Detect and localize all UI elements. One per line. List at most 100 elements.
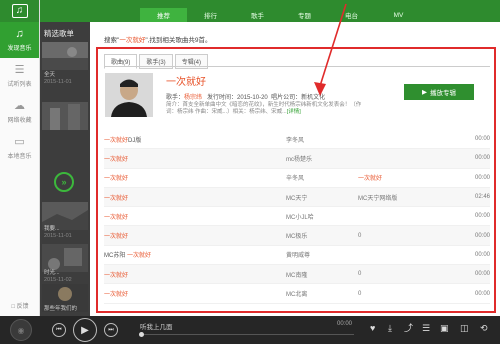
playlist-strip: 精选歌单 全天 2015-11-01 » 我要... 2015-11-01 时光… [40,22,90,316]
playlist-cover[interactable] [42,244,88,272]
play-icon: ▶ [81,324,89,336]
play-album-button[interactable]: ▶ 播放专辑 [404,84,474,100]
artist-cell[interactable]: mc杨楚乐 [286,154,358,163]
table-row[interactable]: 一次就好DJ版 李冬风 00:00 [104,130,490,150]
table-row[interactable]: 一次就好 mc杨楚乐 00:00 [104,149,490,169]
song-title-cell[interactable]: 一次就好 [104,173,286,182]
artist-cell[interactable]: 辛冬风 [286,173,358,182]
now-playing-title: 听我上几面 [140,324,173,331]
artist-cell[interactable]: 李冬风 [286,135,358,144]
sidebar: ♫ ♫ 发现音乐 ☰ 试听列表 ☁ 网络收藏 ▭ 本地音乐 □ 反馈 [0,0,40,316]
artist-cell[interactable]: MC南隆 [286,270,358,279]
table-row[interactable]: 一次就好 MC小JL哈 00:00 [104,207,490,227]
play-button[interactable]: ▶ [73,318,97,342]
time-readout: 00:00 [337,321,353,327]
player-bar: ◉ ⏮ ▶ ⏭ 听我上几面 00:00 ♥ ⤓ ⤴ ☰ ▣ ◫ ⟲ [0,316,500,344]
duration-cell: 00:00 [474,251,490,258]
song-title-cell[interactable]: 一次就好DJ版 [104,135,286,144]
playlist-cover[interactable] [42,102,88,130]
disc-icon[interactable]: ◉ [10,319,32,341]
song-title-cell[interactable]: 一次就好 [104,212,286,221]
duration-cell: 00:00 [474,290,490,297]
album-cell[interactable]: MC天宁网络版 [358,193,444,202]
next-button[interactable]: ⏭ [104,323,118,337]
album-title: 一次就好 [166,77,206,88]
download-icon[interactable]: ⤓ [388,324,392,333]
tab-mv[interactable]: MV [375,8,422,22]
search-results-panel: 搜索"一次就好",找到相关歌曲共9首。 歌曲(9) 歌手(3) 专辑(4) 一次… [90,3,500,316]
song-title-cell[interactable]: MC苏阳 一次就好 [104,250,286,259]
playlist-cover[interactable] [42,42,88,70]
music-logo-icon: ♫ [11,4,28,18]
result-box: 歌曲(9) 歌手(3) 专辑(4) 一次就好 歌手：杨宗纬 发行时间：2015-… [96,47,496,313]
album-cell[interactable]: 0 [358,291,444,297]
album-cell[interactable]: 0 [358,233,444,239]
details-link[interactable]: [详情] [287,109,301,115]
duration-cell: 02:46 [474,194,490,201]
progress-handle[interactable] [139,332,144,337]
next-icon: ⏭ [108,326,114,333]
duration-cell: 00:00 [474,271,490,278]
search-keyword: 一次就好 [119,37,146,44]
table-row[interactable]: 一次就好 MC南隆 0 00:00 [104,265,490,285]
sidebar-item-local[interactable]: ▭ 本地音乐 [0,130,39,166]
table-row[interactable]: 一次就好 辛冬风 一次就好 00:00 [104,169,490,188]
album-cover[interactable] [105,73,153,117]
artist-cell[interactable]: MC天宁 [286,193,358,202]
song-title-cell[interactable]: 一次就好 [104,270,286,279]
playlist-icon[interactable]: ☰ [422,324,430,333]
tab-singers[interactable]: 歌手 [234,8,281,22]
duration-cell: 00:00 [474,174,490,181]
song-list: 一次就好DJ版 李冬风 00:00 一次就好 mc杨楚乐 00:00 一次就好 … [104,130,490,304]
music-note-icon: ♫ [15,27,24,40]
song-title-cell[interactable]: 一次就好 [104,154,286,163]
title-bar-left [40,8,90,22]
cloud-icon: ☁ [14,99,25,112]
sidebar-item-trial-list[interactable]: ☰ 试听列表 [0,58,39,94]
heart-icon[interactable]: ♥ [370,324,375,333]
song-title-cell[interactable]: 一次就好 [104,231,286,240]
artist-cell[interactable]: MC小JL哈 [286,212,358,221]
album-cell[interactable]: 一次就好 [358,173,444,182]
tab-recommend[interactable]: 推荐 [140,8,187,22]
sidebar-item-label: 本地音乐 [7,153,32,160]
playlist-caption: 时光... 2015-11-02 [44,270,72,283]
sidebar-item-cloud[interactable]: ☁ 网络收藏 [0,94,39,130]
artist-cell[interactable]: 黄明威尊 [286,250,358,259]
playlist-caption: 全天 2015-11-01 [44,72,72,85]
previous-icon: ⏮ [56,326,62,333]
lyrics-icon[interactable]: ▣ [440,324,449,333]
loop-icon[interactable]: ⟲ [480,324,488,333]
divider [104,66,490,67]
playlist-caption: 那些年我们的 [44,306,78,312]
duration-cell: 00:00 [474,155,490,162]
sidebar-item-label: 试听列表 [7,81,32,88]
prev-button[interactable]: ⏮ [52,323,66,337]
table-row[interactable]: 一次就好 MC天宁 MC天宁网络版 02:46 [104,187,490,208]
title-bar [40,0,500,8]
album-description: 简介：首支全新单曲中文《暗恋的花纹》，新生时代杨宗纬新机文化发表会！（作词：杨宗… [166,102,362,115]
search-summary: 搜索"一次就好",找到相关歌曲共9首。 [104,37,212,44]
share-icon[interactable]: ⤴ [404,324,413,333]
artist-cell[interactable]: MC极乐 [286,231,358,240]
artist-cell[interactable]: MC北离 [286,289,358,298]
strip-title: 精选歌单 [44,29,74,38]
table-row[interactable]: MC苏阳 一次就好 黄明威尊 00:00 [104,246,490,266]
computer-icon: ▭ [14,135,25,148]
album-cell[interactable]: 0 [358,271,444,277]
singer-link[interactable]: 杨宗纬 [184,95,202,101]
annotation-arrow [314,3,347,96]
list-icon: ☰ [14,63,25,76]
table-row[interactable]: 一次就好 MC极乐 0 00:00 [104,226,490,246]
progress-bar[interactable] [139,332,354,337]
song-title-cell[interactable]: 一次就好 [104,193,286,202]
top-nav: 推荐 排行 歌手 专题 电台 MV [90,8,500,22]
table-row[interactable]: 一次就好 MC北离 0 00:00 [104,284,490,304]
strip-play-button[interactable]: » [54,172,74,192]
sidebar-item-label: 发现音乐 [7,45,32,52]
song-title-cell[interactable]: 一次就好 [104,289,286,298]
mini-mode-icon[interactable]: ◫ [460,324,469,333]
feedback-button[interactable]: □ 反馈 [0,301,40,310]
tab-charts[interactable]: 排行 [187,8,234,22]
sidebar-item-discover[interactable]: ♫ 发现音乐 [0,22,39,58]
